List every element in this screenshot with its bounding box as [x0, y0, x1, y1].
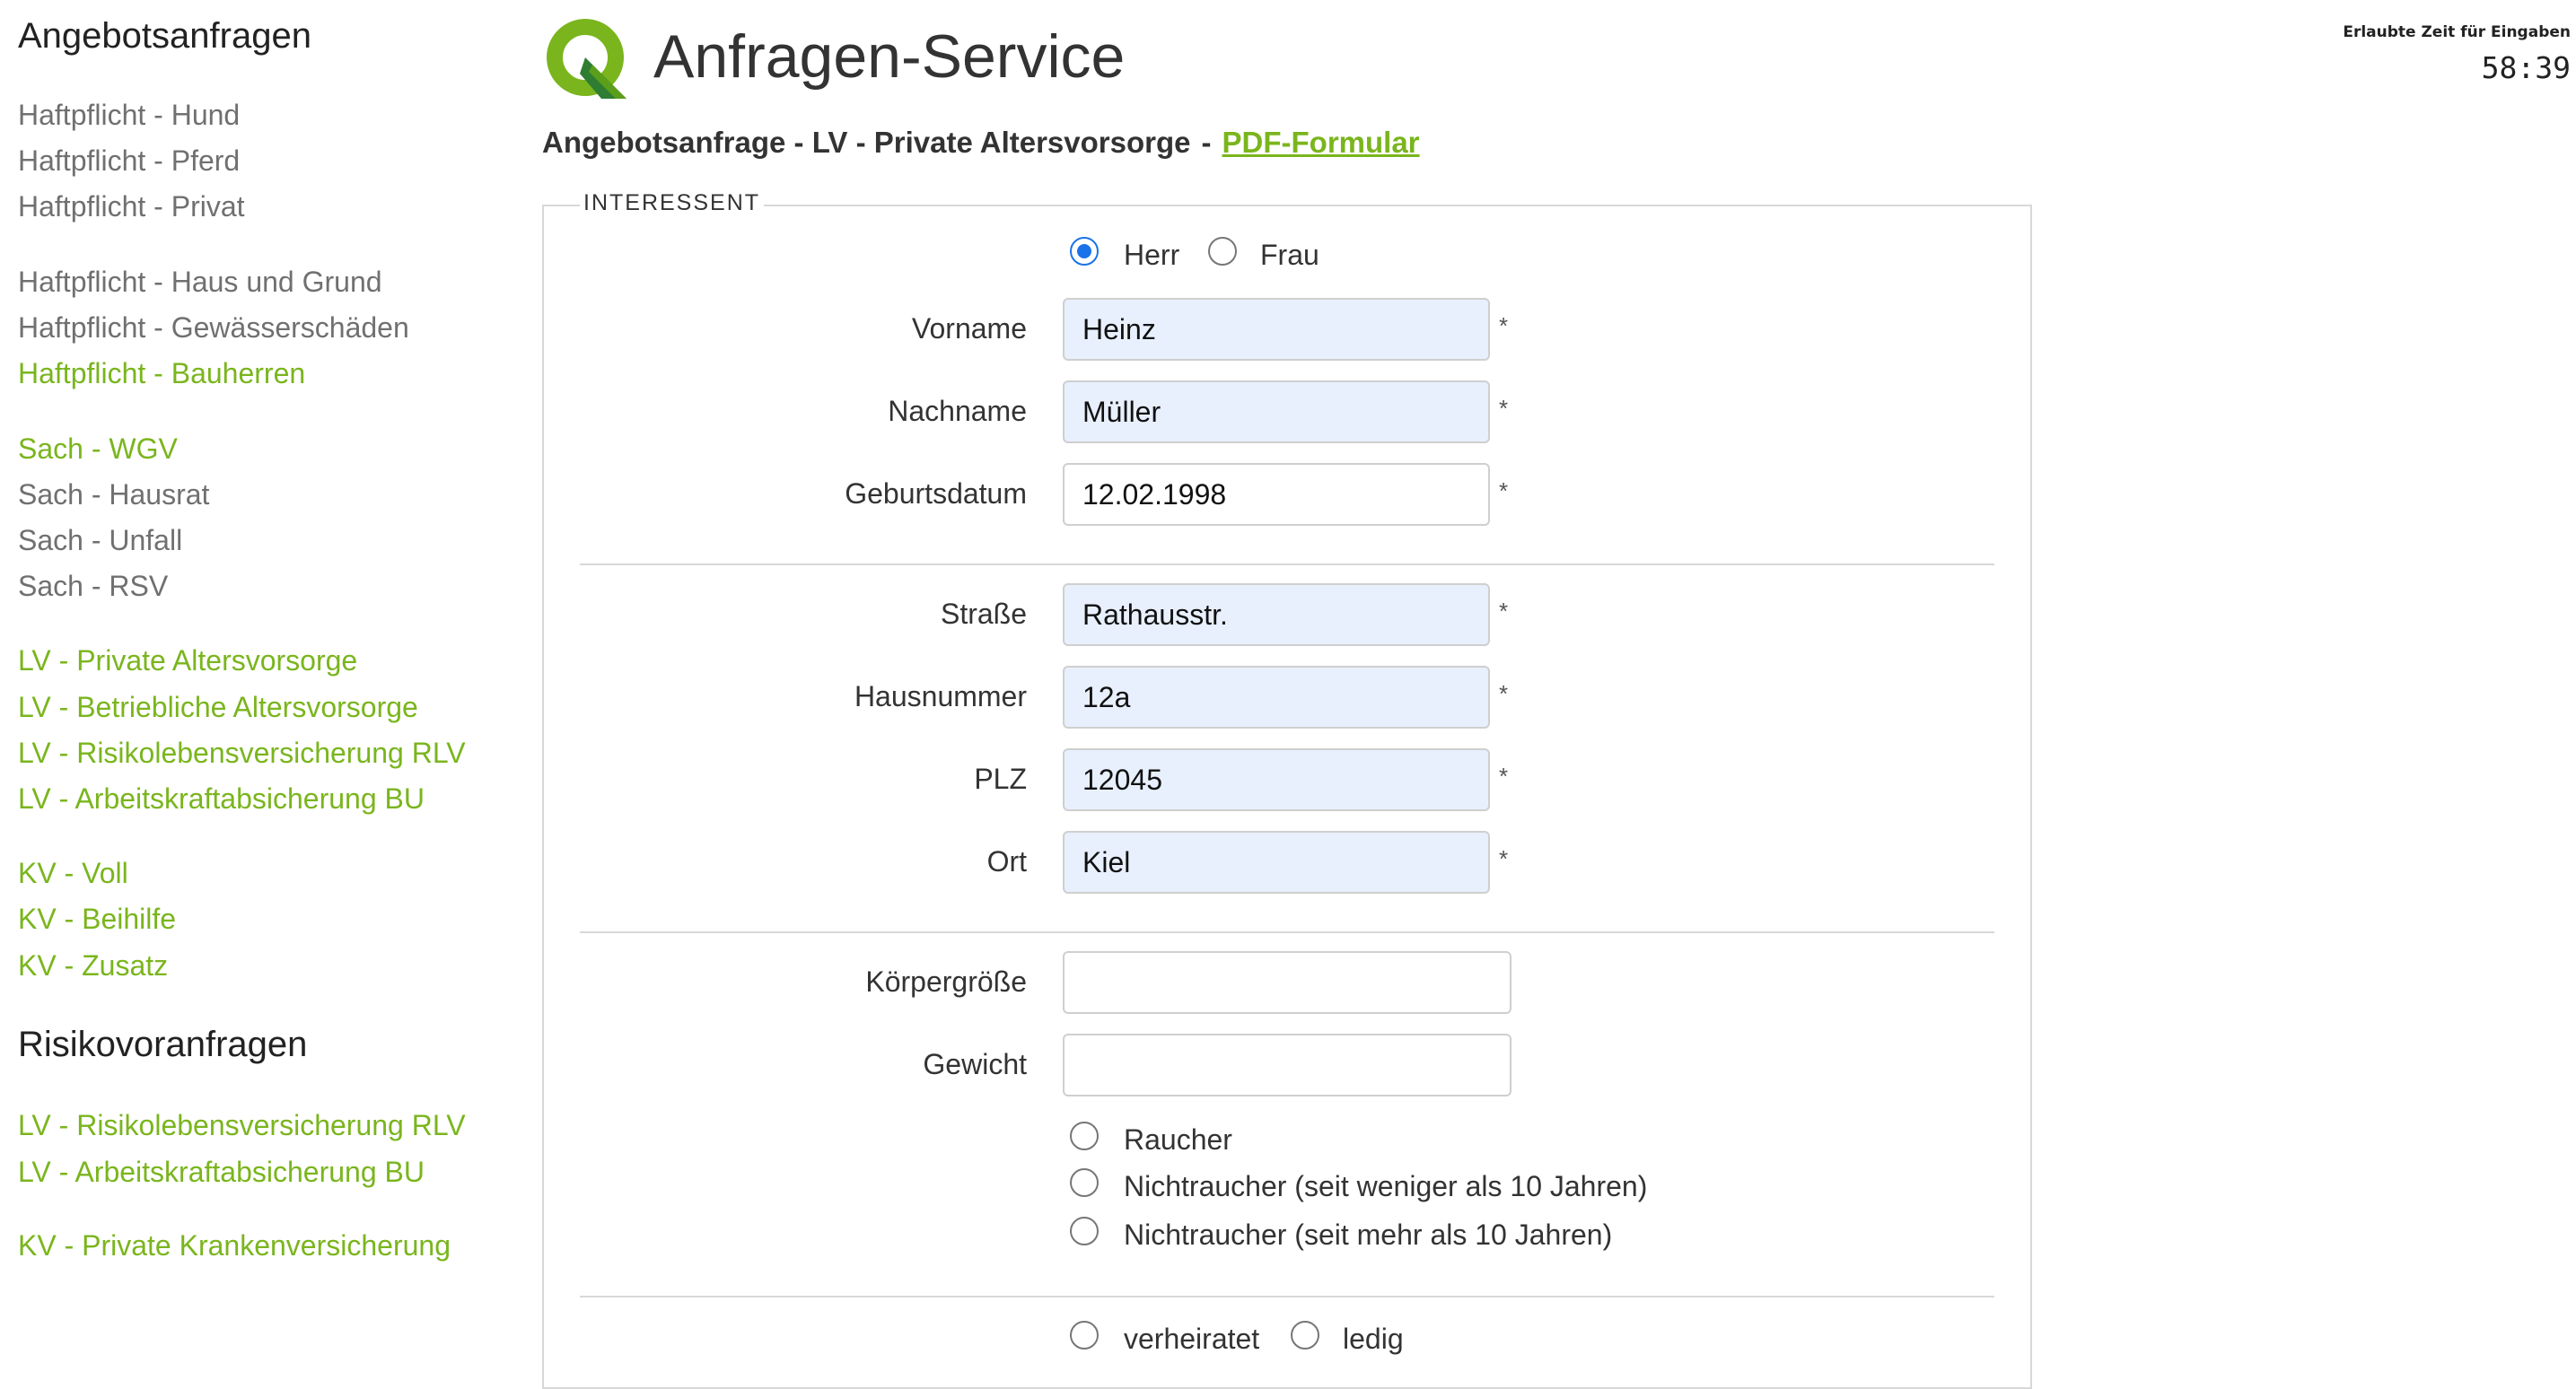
- sidebar-item-risk-kv-private-krankenversicherung[interactable]: KV - Private Krankenversicherung: [18, 1227, 451, 1263]
- strasse-required-mark: *: [1499, 598, 1509, 625]
- vorname-required-mark: *: [1499, 312, 1509, 339]
- ledig-radio[interactable]: [1291, 1321, 1319, 1350]
- section-divider: [580, 1296, 1994, 1297]
- sidebar-item-lv-risikolebensversicherung[interactable]: LV - Risikolebensversicherung RLV: [18, 735, 466, 771]
- nichtraucher-gt10-label: Nichtraucher (seit mehr als 10 Jahren): [1124, 1219, 1613, 1251]
- nachname-label: Nachname: [888, 395, 1027, 427]
- salutation-herr-label: Herr: [1124, 239, 1180, 271]
- sidebar-item-haftpflicht-bauherren[interactable]: Haftpflicht - Bauherren: [18, 355, 305, 391]
- sidebar-item-lv-arbeitskraftabsicherung[interactable]: LV - Arbeitskraftabsicherung BU: [18, 781, 425, 817]
- verheiratet-label: verheiratet: [1124, 1323, 1260, 1355]
- gewicht-input[interactable]: [1063, 1034, 1511, 1096]
- geburtsdatum-label: Geburtsdatum: [845, 477, 1027, 510]
- sidebar-item-haftpflicht-pferd[interactable]: Haftpflicht - Pferd: [18, 143, 240, 179]
- timer-value: 58:39: [2481, 50, 2571, 85]
- verheiratet-radio[interactable]: [1070, 1321, 1099, 1350]
- pdf-form-link[interactable]: PDF-Formular: [1222, 126, 1420, 159]
- raucher-radio[interactable]: [1070, 1122, 1099, 1150]
- koerpergroesse-label: Körpergröße: [865, 965, 1027, 998]
- strasse-input[interactable]: Rathausstr.: [1063, 583, 1490, 646]
- sidebar-item-risk-lv-arbeitskraftabsicherung[interactable]: LV - Arbeitskraftabsicherung BU: [18, 1154, 425, 1190]
- sidebar-item-kv-beihilfe[interactable]: KV - Beihilfe: [18, 901, 176, 937]
- plz-required-mark: *: [1499, 763, 1509, 790]
- ort-label: Ort: [986, 845, 1027, 878]
- sidebar-item-kv-zusatz[interactable]: KV - Zusatz: [18, 948, 168, 983]
- fieldset-legend: INTERESSENT: [580, 190, 765, 216]
- geburtsdatum-required-mark: *: [1499, 477, 1509, 504]
- ort-input[interactable]: Kiel: [1063, 831, 1490, 894]
- sidebar-item-kv-voll[interactable]: KV - Voll: [18, 855, 128, 891]
- sidebar-item-sach-unfall[interactable]: Sach - Unfall: [18, 522, 182, 558]
- sidebar-item-sach-hausrat[interactable]: Sach - Hausrat: [18, 476, 209, 512]
- section-divider: [580, 563, 1994, 565]
- koerpergroesse-input[interactable]: [1063, 951, 1511, 1014]
- sidebar-item-risk-lv-risikolebensversicherung[interactable]: LV - Risikolebensversicherung RLV: [18, 1107, 466, 1143]
- gewicht-label: Gewicht: [923, 1048, 1027, 1080]
- app-logo-icon: [547, 19, 626, 99]
- nachname-required-mark: *: [1499, 395, 1509, 422]
- hausnummer-label: Hausnummer: [854, 680, 1027, 712]
- ort-required-mark: *: [1499, 845, 1509, 872]
- form-subtitle: Angebotsanfrage - LV - Private Altersvor…: [542, 126, 1420, 160]
- sidebar-item-sach-wgv[interactable]: Sach - WGV: [18, 431, 178, 467]
- sidebar-item-lv-private-altersvorsorge[interactable]: LV - Private Altersvorsorge: [18, 642, 357, 678]
- timer-label: Erlaubte Zeit für Eingaben: [2343, 23, 2571, 41]
- sidebar-item-haftpflicht-gewaesserschaeden[interactable]: Haftpflicht - Gewässerschäden: [18, 310, 409, 345]
- nichtraucher-lt10-radio[interactable]: [1070, 1168, 1099, 1197]
- plz-label: PLZ: [974, 763, 1027, 795]
- hausnummer-input[interactable]: 12a: [1063, 666, 1490, 729]
- form-subtitle-text: Angebotsanfrage - LV - Private Altersvor…: [542, 126, 1191, 159]
- raucher-label: Raucher: [1124, 1123, 1232, 1156]
- subtitle-separator: -: [1201, 126, 1212, 159]
- hausnummer-required-mark: *: [1499, 680, 1509, 707]
- nichtraucher-gt10-radio[interactable]: [1070, 1217, 1099, 1245]
- section-divider: [580, 931, 1994, 933]
- sidebar-item-haftpflicht-privat[interactable]: Haftpflicht - Privat: [18, 188, 245, 224]
- salutation-frau-label: Frau: [1260, 239, 1319, 271]
- nichtraucher-lt10-label: Nichtraucher (seit weniger als 10 Jahren…: [1124, 1170, 1648, 1202]
- geburtsdatum-input[interactable]: 12.02.1998: [1063, 463, 1490, 526]
- sidebar-item-sach-rsv[interactable]: Sach - RSV: [18, 568, 168, 604]
- sidebar-item-haftpflicht-haus-und-grund[interactable]: Haftpflicht - Haus und Grund: [18, 264, 382, 300]
- vorname-input[interactable]: Heinz: [1063, 298, 1490, 361]
- app-title: Anfragen-Service: [653, 22, 1126, 91]
- sidebar-heading-angebotsanfragen: Angebotsanfragen: [18, 16, 311, 56]
- plz-input[interactable]: 12045: [1063, 748, 1490, 811]
- sidebar-item-lv-betriebliche-altersvorsorge[interactable]: LV - Betriebliche Altersvorsorge: [18, 689, 418, 725]
- salutation-frau-radio[interactable]: [1208, 237, 1237, 266]
- ledig-label: ledig: [1343, 1323, 1404, 1355]
- nachname-input[interactable]: Müller: [1063, 380, 1490, 443]
- sidebar-item-haftpflicht-hund[interactable]: Haftpflicht - Hund: [18, 97, 240, 133]
- vorname-label: Vorname: [911, 312, 1027, 345]
- strasse-label: Straße: [940, 598, 1027, 630]
- sidebar-heading-risikovoranfragen: Risikovoranfragen: [18, 1025, 308, 1064]
- salutation-herr-radio[interactable]: [1070, 237, 1099, 266]
